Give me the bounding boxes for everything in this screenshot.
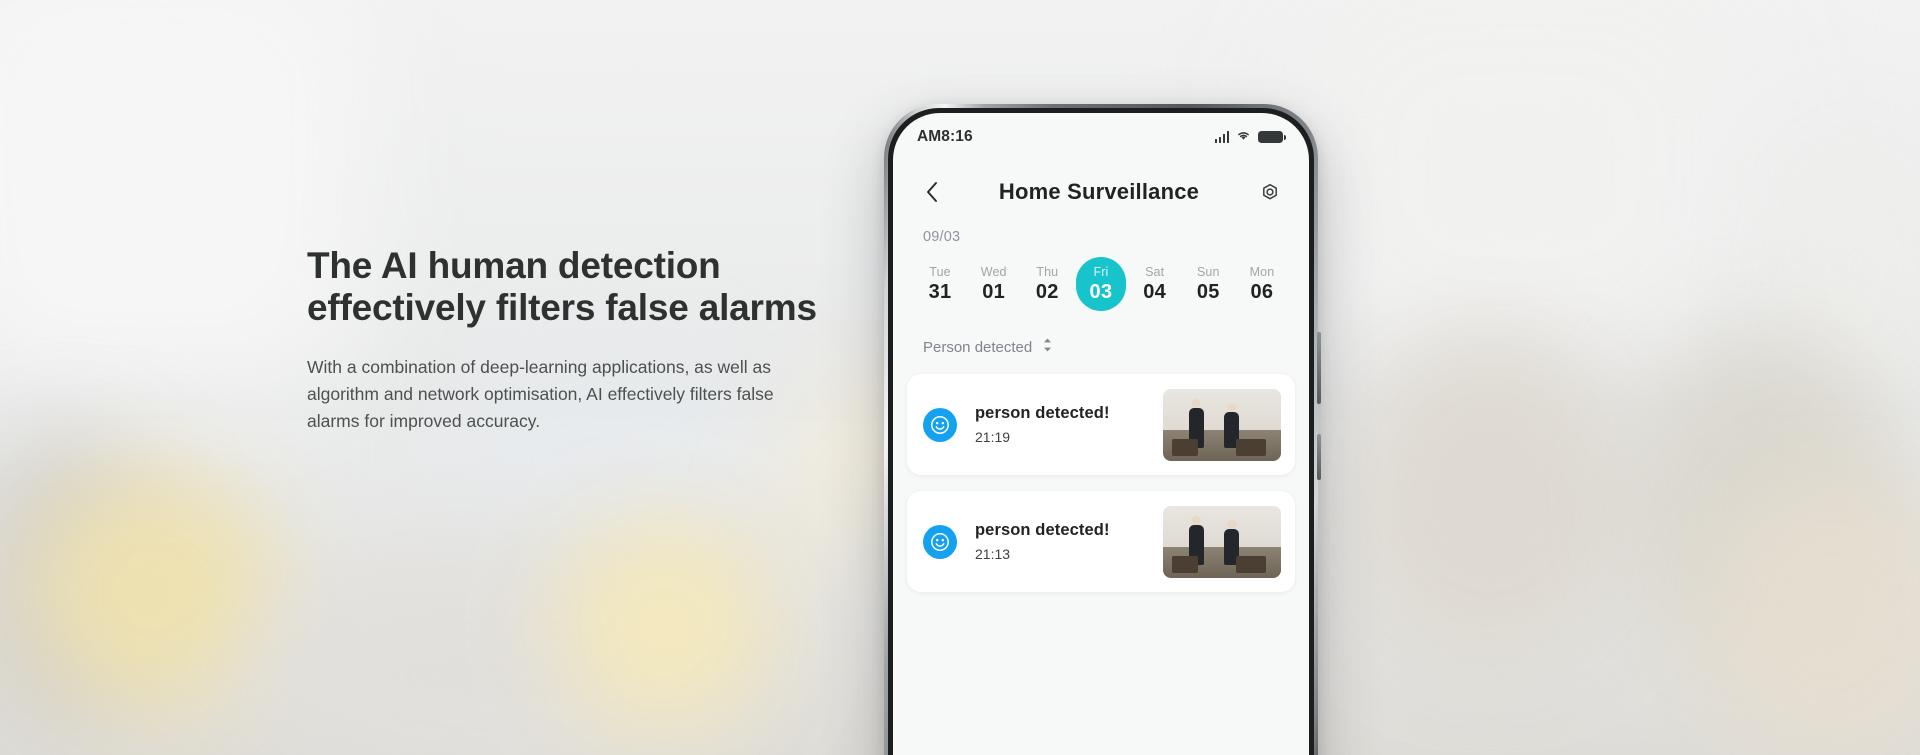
day-name: Thu bbox=[1036, 264, 1059, 279]
event-filter-label: Person detected bbox=[923, 339, 1033, 356]
phone-power-button[interactable] bbox=[1317, 332, 1321, 404]
smiley-face-icon bbox=[923, 524, 957, 559]
background-window-blur bbox=[0, 0, 360, 390]
status-bar-icons bbox=[1214, 128, 1286, 146]
thumbnail-object-right bbox=[1236, 556, 1267, 574]
calendar-day-strip[interactable]: Tue 31 Wed 01 Thu 02 Fri 03 Sat 04 Sun 0… bbox=[893, 245, 1309, 311]
thumbnail-object-left bbox=[1172, 556, 1199, 574]
status-bar-time: AM8:16 bbox=[917, 128, 973, 145]
calendar-day-sat[interactable]: Sat 04 bbox=[1130, 257, 1180, 311]
event-title: person detected! bbox=[975, 521, 1110, 539]
event-list: person detected! 21:19 person detected! … bbox=[893, 358, 1309, 592]
day-number: 05 bbox=[1196, 280, 1220, 303]
day-name: Sun bbox=[1197, 264, 1220, 279]
headline-line-1: The AI human detection bbox=[307, 245, 721, 286]
background-chair-blur bbox=[1340, 330, 1640, 660]
phone-volume-button[interactable] bbox=[1317, 434, 1321, 480]
event-card[interactable]: person detected! 21:19 bbox=[907, 374, 1295, 475]
thumbnail-sky bbox=[1163, 505, 1281, 548]
event-snapshot-thumbnail[interactable] bbox=[1163, 505, 1281, 578]
event-time: 21:19 bbox=[975, 429, 1011, 445]
calendar-month-label: 09/03 bbox=[923, 229, 961, 245]
day-name: Sat bbox=[1145, 264, 1165, 279]
calendar-day-fri-selected[interactable]: Fri 03 bbox=[1075, 257, 1126, 311]
cellular-signal-icon bbox=[1214, 131, 1229, 143]
thumbnail-object-left bbox=[1172, 439, 1199, 457]
event-card[interactable]: person detected! 21:13 bbox=[907, 491, 1295, 592]
event-text-group: person detected! 21:19 bbox=[957, 404, 1163, 445]
background-left-lamp-blur bbox=[30, 470, 280, 710]
calendar-day-mon[interactable]: Mon 06 bbox=[1237, 257, 1287, 311]
day-name: Mon bbox=[1249, 264, 1275, 279]
marketing-copy-block: The AI human detection effectively filte… bbox=[307, 245, 907, 434]
page-title: Home Surveillance bbox=[998, 179, 1200, 204]
phone-mockup: AM8:16 Home Surveillance 09/03 Tue 31 We… bbox=[884, 104, 1321, 755]
calendar-day-sun[interactable]: Sun 05 bbox=[1183, 257, 1233, 311]
sort-updown-icon[interactable] bbox=[1041, 337, 1054, 358]
background-pillow-blur bbox=[560, 520, 770, 730]
event-filter-dropdown[interactable]: Person detected bbox=[893, 311, 1309, 358]
background-right-wall-blur bbox=[1290, 0, 1750, 370]
gear-icon[interactable] bbox=[1255, 177, 1285, 207]
page-body-text: With a combination of deep-learning appl… bbox=[307, 357, 774, 431]
wifi-icon bbox=[1236, 128, 1251, 146]
smiley-face-icon bbox=[923, 407, 957, 442]
thumbnail-sky bbox=[1163, 388, 1281, 431]
status-bar: AM8:16 bbox=[893, 113, 1309, 161]
calendar-day-wed[interactable]: Wed 01 bbox=[969, 257, 1019, 311]
day-number: 06 bbox=[1250, 280, 1274, 303]
page-headline: The AI human detection effectively filte… bbox=[307, 245, 907, 329]
day-number: 31 bbox=[928, 280, 952, 303]
day-number: 03 bbox=[1089, 280, 1113, 303]
event-snapshot-thumbnail[interactable] bbox=[1163, 388, 1281, 461]
day-number: 04 bbox=[1143, 280, 1167, 303]
day-name: Tue bbox=[929, 264, 951, 279]
app-header: Home Surveillance bbox=[893, 161, 1309, 223]
event-time: 21:13 bbox=[975, 546, 1011, 562]
calendar-day-tue[interactable]: Tue 31 bbox=[915, 257, 965, 311]
thumbnail-object-right bbox=[1236, 439, 1267, 457]
calendar-day-thu[interactable]: Thu 02 bbox=[1022, 257, 1072, 311]
back-chevron-icon[interactable] bbox=[917, 177, 947, 207]
event-title: person detected! bbox=[975, 404, 1110, 422]
day-number: 02 bbox=[1035, 280, 1059, 303]
day-name: Fri bbox=[1093, 264, 1109, 279]
day-number: 01 bbox=[982, 280, 1006, 303]
day-name: Wed bbox=[980, 264, 1007, 279]
event-text-group: person detected! 21:13 bbox=[957, 521, 1163, 562]
phone-screen: AM8:16 Home Surveillance 09/03 Tue 31 We… bbox=[893, 113, 1309, 755]
battery-full-icon bbox=[1258, 130, 1286, 144]
headline-line-2: effectively filters false alarms bbox=[307, 287, 817, 329]
